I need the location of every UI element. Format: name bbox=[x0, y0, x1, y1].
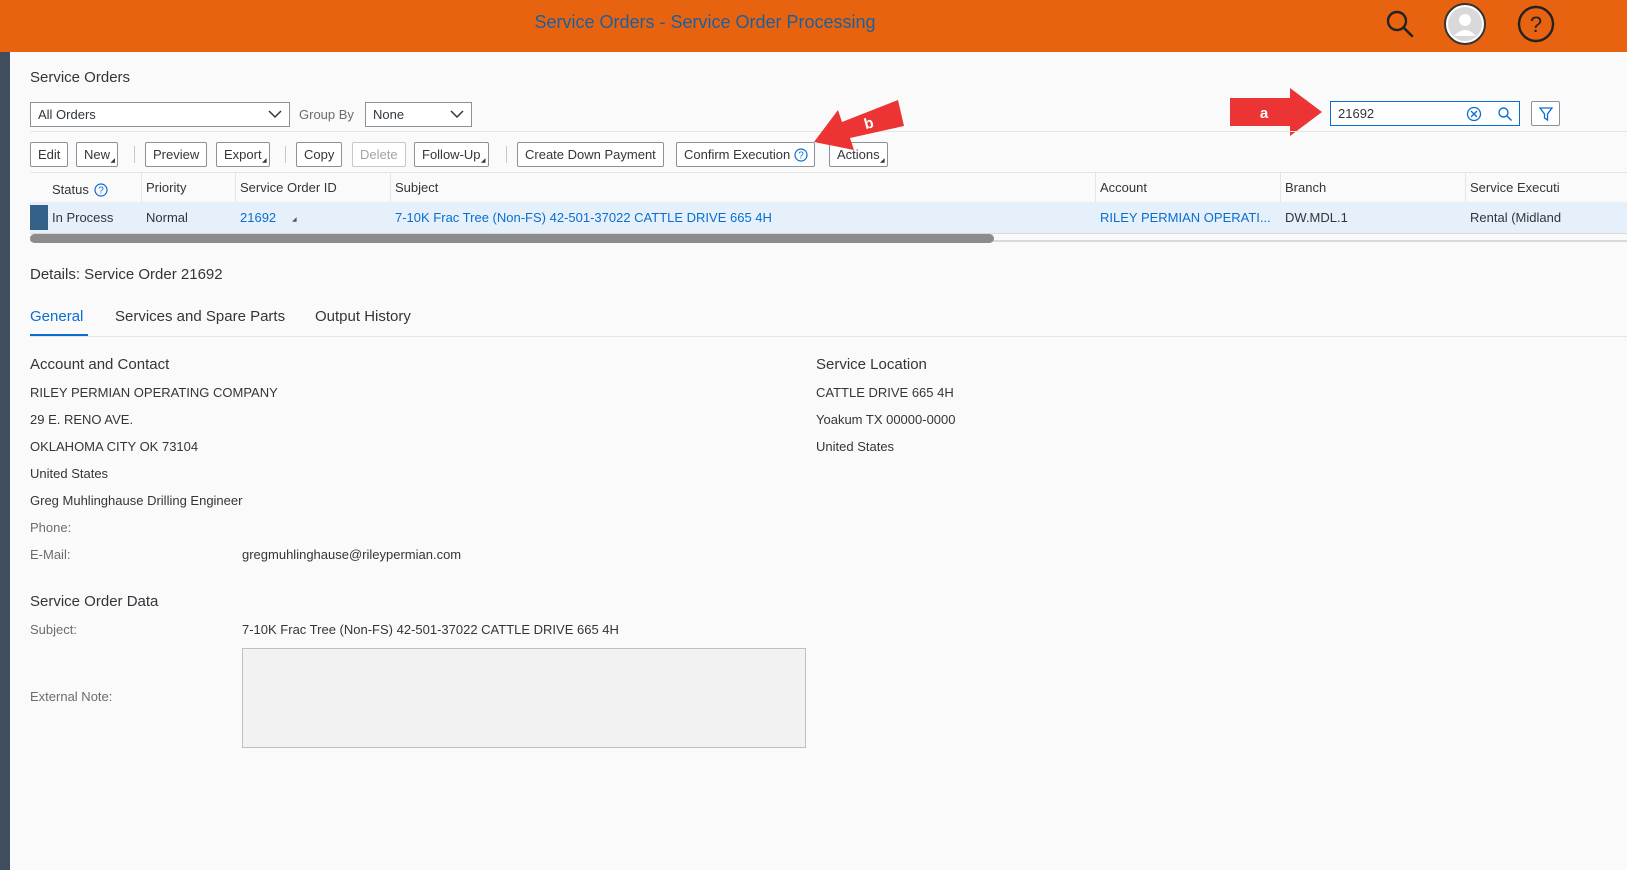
email-link[interactable]: gregmuhlinghause@rileypermian.com bbox=[242, 547, 461, 562]
annotation-arrow-a: a bbox=[1230, 88, 1322, 136]
tab-general[interactable]: General bbox=[30, 308, 83, 325]
column-divider bbox=[141, 173, 142, 203]
external-note-label: External Note: bbox=[30, 689, 113, 704]
column-divider bbox=[1280, 173, 1281, 203]
cell-subject[interactable]: 7-10K Frac Tree (Non-FS) 42-501-37022 CA… bbox=[395, 210, 772, 225]
resize-corner-icon: ◢ bbox=[292, 217, 297, 223]
location-line1: CATTLE DRIVE 665 4H bbox=[816, 385, 954, 400]
confirm-execution-button[interactable]: Confirm Execution ? bbox=[676, 142, 816, 167]
edit-button[interactable]: Edit bbox=[30, 142, 69, 167]
annotation-arrow-b: b bbox=[814, 100, 904, 150]
filter-icon bbox=[1538, 107, 1554, 122]
group-by-value: None bbox=[373, 107, 405, 122]
new-button[interactable]: New ◢ bbox=[76, 142, 119, 167]
svg-text:?: ? bbox=[99, 186, 105, 197]
cell-branch: DW.MDL.1 bbox=[1285, 210, 1348, 225]
table-header: Status ? Priority Service Order ID Subje… bbox=[30, 172, 1627, 204]
cell-service-order-id[interactable]: 21692 bbox=[240, 210, 276, 225]
help-icon[interactable]: ? bbox=[1516, 4, 1556, 47]
help-icon[interactable]: ? bbox=[794, 148, 808, 162]
toolbar-separator bbox=[134, 146, 135, 163]
column-divider bbox=[1095, 173, 1096, 203]
table-row[interactable]: In Process Normal 21692 ◢ 7-10K Frac Tre… bbox=[30, 202, 1627, 234]
horizontal-scrollbar[interactable] bbox=[30, 234, 1627, 244]
follow-up-button[interactable]: Follow-Up ◢ bbox=[414, 142, 489, 167]
tab-services-and-spare-parts[interactable]: Services and Spare Parts bbox=[115, 308, 285, 325]
search-input[interactable]: 21692 bbox=[1330, 101, 1520, 126]
filter-button[interactable] bbox=[1531, 101, 1560, 126]
service-location-heading: Service Location bbox=[816, 356, 927, 373]
app-title: Service Orders - Service Order Processin… bbox=[534, 12, 876, 32]
group-by-select[interactable]: None bbox=[365, 102, 472, 127]
cell-account[interactable]: RILEY PERMIAN OPERATI... bbox=[1100, 210, 1271, 225]
account-address-line1: 29 E. RENO AVE. bbox=[30, 412, 134, 427]
side-rail bbox=[0, 52, 10, 870]
toolbar-separator bbox=[285, 146, 286, 163]
column-branch[interactable]: Branch bbox=[1285, 180, 1326, 195]
column-account[interactable]: Account bbox=[1100, 180, 1147, 195]
cell-priority: Normal bbox=[146, 210, 188, 225]
group-by-label: Group By bbox=[299, 107, 354, 122]
create-down-payment-button[interactable]: Create Down Payment bbox=[517, 142, 664, 167]
annotation-label-a: a bbox=[1260, 105, 1269, 122]
search-icon[interactable] bbox=[1382, 6, 1418, 45]
svg-text:?: ? bbox=[798, 151, 804, 162]
toolbar-separator bbox=[506, 146, 507, 163]
chevron-down-icon bbox=[268, 110, 282, 119]
contact-link[interactable]: Greg Muhlinghause Drilling Engineer bbox=[30, 493, 242, 508]
help-icon[interactable]: ? bbox=[94, 183, 109, 197]
search-value: 21692 bbox=[1338, 106, 1375, 121]
column-service-execution[interactable]: Service Executi bbox=[1470, 180, 1620, 195]
account-link[interactable]: RILEY PERMIAN OPERATING COMPANY bbox=[30, 385, 278, 400]
view-select-value: All Orders bbox=[38, 107, 96, 122]
scrollbar-thumb[interactable] bbox=[30, 234, 994, 243]
external-note-textarea[interactable] bbox=[242, 648, 806, 748]
subject-label: Subject: bbox=[30, 622, 77, 637]
column-subject[interactable]: Subject bbox=[395, 180, 438, 195]
location-line2: Yoakum TX 00000-0000 bbox=[816, 412, 956, 427]
details-heading: Details: Service Order 21692 bbox=[30, 266, 223, 283]
account-contact-heading: Account and Contact bbox=[30, 356, 170, 373]
column-divider bbox=[235, 173, 236, 203]
account-country: United States bbox=[30, 466, 109, 481]
user-avatar-icon[interactable] bbox=[1443, 2, 1487, 49]
cell-status: In Process bbox=[52, 210, 114, 225]
chevron-down-icon bbox=[450, 110, 464, 119]
page-title: Service Orders bbox=[30, 69, 131, 86]
column-service-order-id[interactable]: Service Order ID bbox=[240, 180, 337, 195]
column-divider bbox=[390, 173, 391, 203]
column-priority[interactable]: Priority bbox=[146, 180, 186, 195]
column-divider bbox=[1465, 173, 1466, 203]
phone-label: Phone: bbox=[30, 520, 72, 535]
row-selection-indicator[interactable] bbox=[30, 205, 48, 230]
delete-button: Delete bbox=[352, 142, 406, 167]
preview-button[interactable]: Preview bbox=[145, 142, 208, 167]
column-status[interactable]: Status ? bbox=[52, 180, 109, 197]
copy-button[interactable]: Copy bbox=[296, 142, 343, 167]
shell-bar: Service Orders - Service Order Processin… bbox=[0, 0, 1627, 52]
clear-icon[interactable] bbox=[1466, 106, 1482, 122]
cell-service-execution: Rental (Midland bbox=[1470, 210, 1562, 225]
account-address-line2: OKLAHOMA CITY OK 73104 bbox=[30, 439, 199, 454]
export-button[interactable]: Export ◢ bbox=[216, 142, 270, 167]
search-icon[interactable] bbox=[1497, 106, 1513, 122]
location-country: United States bbox=[816, 439, 895, 454]
email-label: E-Mail: bbox=[30, 547, 71, 562]
view-select[interactable]: All Orders bbox=[30, 102, 290, 127]
svg-text:?: ? bbox=[1530, 12, 1542, 37]
tab-output-history[interactable]: Output History bbox=[315, 308, 411, 325]
subject-link[interactable]: 7-10K Frac Tree (Non-FS) 42-501-37022 CA… bbox=[242, 622, 619, 637]
order-data-heading: Service Order Data bbox=[30, 593, 159, 610]
tab-bar-divider bbox=[30, 336, 1627, 337]
